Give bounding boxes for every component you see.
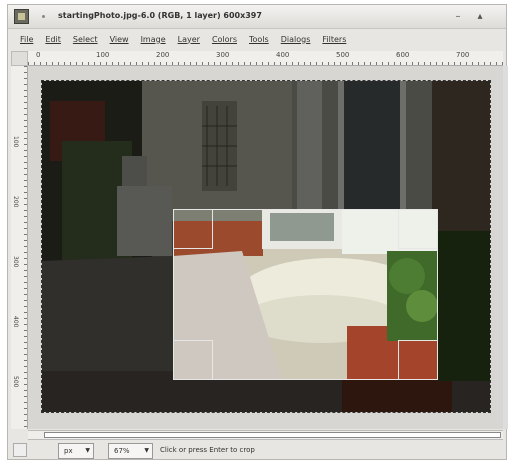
ruler-label: 700 <box>456 51 470 59</box>
title-bar[interactable]: startingPhoto.jpg-6.0 (RGB, 1 layer) 600… <box>8 5 506 29</box>
unit-select[interactable]: px ▼ <box>58 443 94 459</box>
separator-icon <box>42 15 45 18</box>
crop-dim-right <box>438 209 490 380</box>
status-message: Click or press Enter to crop <box>160 446 255 454</box>
canvas-area[interactable] <box>28 66 503 429</box>
horizontal-scrollbar[interactable] <box>28 430 503 440</box>
navigate-icon[interactable] <box>13 443 27 457</box>
ruler-label: 500 <box>336 51 350 59</box>
crop-dim-left <box>42 209 173 380</box>
menu-filters[interactable]: Filters <box>322 35 346 44</box>
image-window: startingPhoto.jpg-6.0 (RGB, 1 layer) 600… <box>7 4 508 461</box>
menu-image[interactable]: Image <box>141 35 166 44</box>
menu-select[interactable]: Select <box>73 35 98 44</box>
chevron-down-icon: ▼ <box>85 447 90 454</box>
minimize-icon[interactable]: – <box>452 11 464 23</box>
status-bar: px ▼ 67% ▼ Click or press Enter to crop <box>8 441 506 461</box>
menu-dialogs[interactable]: Dialogs <box>281 35 311 44</box>
window-title: startingPhoto.jpg-6.0 (RGB, 1 layer) 600… <box>58 11 262 20</box>
ruler-label: 300 <box>12 256 19 268</box>
maximize-icon[interactable]: ▴ <box>474 11 486 23</box>
menu-edit[interactable]: Edit <box>45 35 61 44</box>
crop-handle-bottom-right[interactable] <box>398 340 438 380</box>
ruler-label: 400 <box>12 316 19 328</box>
ruler-corner-button[interactable] <box>11 51 28 66</box>
menu-layer[interactable]: Layer <box>178 35 200 44</box>
crop-dim-top <box>42 81 490 209</box>
crop-handle-top-right[interactable] <box>398 209 438 249</box>
unit-value: px <box>64 447 73 455</box>
ruler-label: 0 <box>36 51 41 59</box>
horizontal-scroll-thumb[interactable] <box>44 432 501 438</box>
vertical-ruler[interactable]: 100 200 300 400 500 <box>11 66 28 429</box>
image-canvas[interactable] <box>41 80 491 413</box>
ruler-label: 100 <box>96 51 110 59</box>
gimp-wilber-icon[interactable] <box>14 9 29 24</box>
menu-bar: File Edit Select View Image Layer Colors… <box>8 30 506 48</box>
menu-colors[interactable]: Colors <box>212 35 237 44</box>
ruler-label: 200 <box>12 196 19 208</box>
menu-tools[interactable]: Tools <box>249 35 269 44</box>
crop-handle-bottom-left[interactable] <box>173 340 213 380</box>
zoom-value: 67% <box>114 447 130 455</box>
crop-dim-bottom <box>42 380 490 412</box>
ruler-label: 400 <box>276 51 290 59</box>
ruler-label: 500 <box>12 376 19 388</box>
vertical-scrollbar[interactable] <box>503 66 508 429</box>
menu-file[interactable]: File <box>20 35 33 44</box>
crop-handle-top-left[interactable] <box>173 209 213 249</box>
ruler-label: 200 <box>156 51 170 59</box>
horizontal-ruler[interactable]: 0 100 200 300 400 500 600 700 <box>28 51 503 66</box>
menu-view[interactable]: View <box>110 35 129 44</box>
ruler-label: 300 <box>216 51 230 59</box>
ruler-label: 600 <box>396 51 410 59</box>
ruler-label: 100 <box>12 136 19 148</box>
zoom-select[interactable]: 67% ▼ <box>108 443 153 459</box>
chevron-down-icon: ▼ <box>144 447 149 454</box>
